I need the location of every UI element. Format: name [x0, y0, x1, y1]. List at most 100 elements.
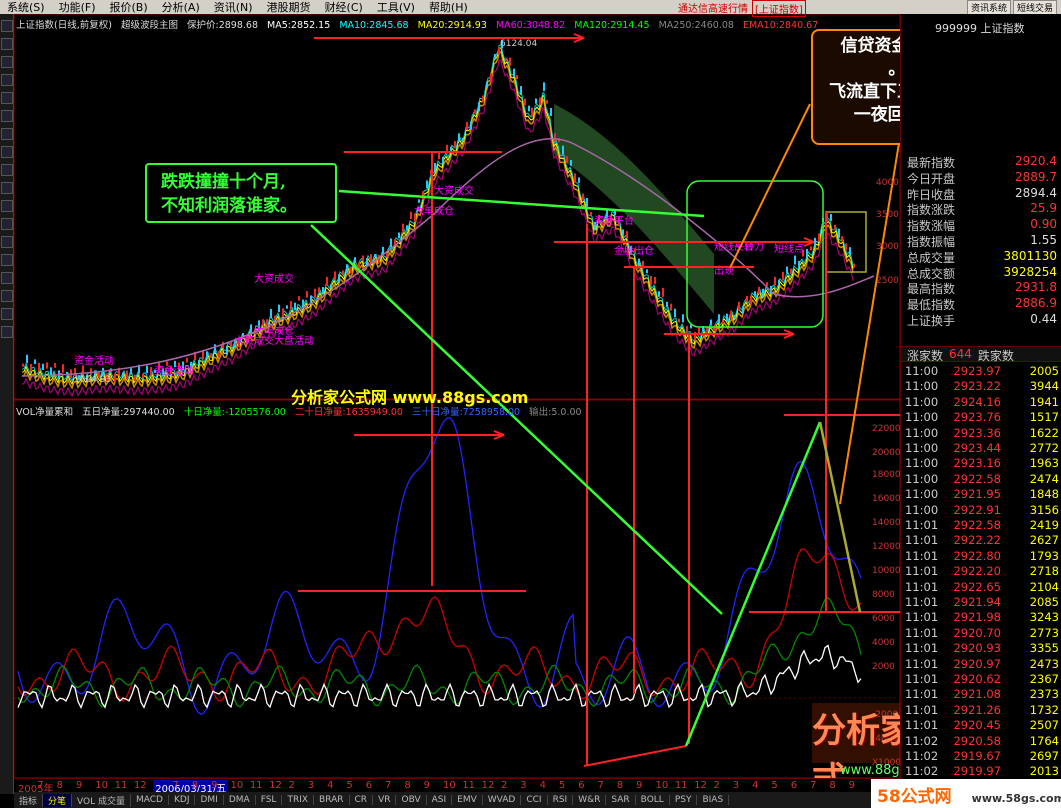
- tick-row[interactable]: 11:02 2919.97 2013: [901, 764, 1061, 779]
- ma5-value: MA5:2852.15: [267, 20, 331, 31]
- tick-row[interactable]: 11:02 2919.67 2697: [901, 749, 1061, 764]
- list-icon[interactable]: [1, 200, 13, 212]
- right-arrow-icon[interactable]: [1, 290, 13, 302]
- indicator-tab[interactable]: DMI: [195, 795, 224, 805]
- indicator-tab[interactable]: PSY: [670, 795, 698, 805]
- up-arrow-icon[interactable]: [1, 236, 13, 248]
- menu-finance[interactable]: 财经(C): [318, 0, 370, 15]
- down-green-icon[interactable]: [1, 326, 13, 338]
- candle: [494, 54, 496, 60]
- info-icon[interactable]: [1, 146, 13, 158]
- indicator-tab[interactable]: BRAR: [314, 795, 350, 805]
- tick-volume: 3156: [1029, 502, 1059, 517]
- zoom-out-icon[interactable]: [1, 74, 13, 86]
- indicator-tab[interactable]: DMA: [224, 795, 256, 805]
- chart-label: 金股出仓: [614, 244, 654, 257]
- tick-row[interactable]: 11:02 2920.58 1764: [901, 734, 1061, 749]
- menu-quote[interactable]: 报价(B): [103, 0, 155, 15]
- indicator-tab[interactable]: BOLL: [636, 795, 670, 805]
- indicator-tab[interactable]: 分笔: [43, 793, 73, 807]
- news-system-button[interactable]: 资讯系统: [966, 0, 1011, 15]
- indicator-tab[interactable]: W&R: [573, 795, 607, 805]
- tick-row[interactable]: 11:01 2920.45 2507: [901, 718, 1061, 733]
- draw-icon[interactable]: [1, 128, 13, 140]
- vol-scale-label: 8000: [872, 590, 895, 600]
- system-buttons: 资讯系统 短线交易: [966, 0, 1057, 15]
- tick-row[interactable]: 11:00 2922.91 3156: [901, 503, 1061, 518]
- menu-help[interactable]: 帮助(H): [422, 0, 475, 15]
- tick-row[interactable]: 11:01 2921.94 2085: [901, 595, 1061, 610]
- short-trade-button[interactable]: 短线交易: [1012, 0, 1057, 15]
- rise-label: 涨家数: [907, 349, 944, 363]
- menu-tools[interactable]: 工具(V): [370, 0, 422, 15]
- indicator-tab[interactable]: ASI: [427, 795, 453, 805]
- tick-row[interactable]: 11:00 2923.76 1517: [901, 410, 1061, 425]
- tick-row[interactable]: 11:01 2920.93 3355: [901, 641, 1061, 656]
- tick-row[interactable]: 11:01 2921.08 2373: [901, 687, 1061, 702]
- indicator-tab[interactable]: BIAS: [697, 795, 730, 805]
- candle: [442, 156, 444, 163]
- date-tick: 11: [462, 780, 476, 791]
- tick-row[interactable]: 11:01 2920.62 2367: [901, 672, 1061, 687]
- tick-row[interactable]: 11:00 2923.97 2005: [901, 364, 1061, 379]
- indicator-tab[interactable]: FSL: [256, 795, 283, 805]
- tick-price: 2923.22: [953, 379, 1001, 394]
- candle: [574, 173, 576, 183]
- indicator-tab[interactable]: KDJ: [169, 795, 196, 805]
- tick-row[interactable]: 11:01 2920.97 2473: [901, 657, 1061, 672]
- menu-news[interactable]: 资讯(N): [207, 0, 260, 15]
- left-arrow-icon[interactable]: [1, 272, 13, 284]
- candle: [686, 325, 688, 335]
- down-arrow-icon[interactable]: [1, 254, 13, 266]
- indicator-tab[interactable]: TRIX: [282, 795, 315, 805]
- indicator-icon[interactable]: [1, 110, 13, 122]
- menu-function[interactable]: 功能(F): [52, 0, 103, 15]
- menu-system[interactable]: 系统(S): [0, 0, 52, 15]
- indicator-tab[interactable]: WVAD: [483, 795, 522, 805]
- tick-row[interactable]: 11:00 2923.44 2772: [901, 441, 1061, 456]
- vol-indicator-name[interactable]: VOL净量累和: [16, 407, 73, 418]
- stock-code: 999999: [935, 22, 977, 35]
- chart-title: 上证指数(日线,前复权): [16, 20, 112, 31]
- tick-row[interactable]: 11:01 2922.22 2627: [901, 533, 1061, 548]
- tick-price: 2919.97: [953, 764, 1001, 779]
- line-tool-icon[interactable]: [1, 38, 13, 50]
- tick-row[interactable]: 11:01 2920.70 2773: [901, 626, 1061, 641]
- indicator-name[interactable]: 超级波段主图: [121, 20, 178, 31]
- tick-row[interactable]: 11:00 2924.16 1941: [901, 395, 1061, 410]
- indicator-tab[interactable]: EMV: [452, 795, 483, 805]
- indicator-tab[interactable]: MACD: [131, 795, 169, 805]
- tick-row[interactable]: 11:00 2923.16 1963: [901, 456, 1061, 471]
- indicator-tab[interactable]: CCI: [521, 795, 548, 805]
- cursor-tool-icon[interactable]: [1, 20, 13, 32]
- tick-row[interactable]: 11:01 2921.98 3243: [901, 610, 1061, 625]
- tick-row[interactable]: 11:01 2922.80 1793: [901, 549, 1061, 564]
- chart-label: 大资成交: [434, 184, 474, 197]
- corner-logo-text: 58公式网: [877, 787, 952, 807]
- zoom-in-icon[interactable]: [1, 56, 13, 68]
- indicator-tab[interactable]: OBV: [396, 795, 427, 805]
- period-icon[interactable]: [1, 92, 13, 104]
- tick-row[interactable]: 11:01 2922.20 2718: [901, 564, 1061, 579]
- tick-row[interactable]: 11:00 2921.95 1848: [901, 487, 1061, 502]
- f10-icon[interactable]: [1, 218, 13, 230]
- indicator-tab[interactable]: RSI: [548, 795, 574, 805]
- indicator-tab[interactable]: VOL 成交量: [72, 793, 131, 807]
- tick-row[interactable]: 11:01 2922.65 2104: [901, 580, 1061, 595]
- indicator-tab[interactable]: VR: [373, 795, 397, 805]
- tick-row[interactable]: 11:00 2923.22 3944: [901, 379, 1061, 394]
- indicator-tab[interactable]: 指标: [14, 793, 44, 807]
- indicator-tab[interactable]: CR: [350, 795, 374, 805]
- tick-row[interactable]: 11:01 2921.26 1732: [901, 703, 1061, 718]
- menu-hk-futures[interactable]: 港股期货: [260, 0, 318, 15]
- menu-analysis[interactable]: 分析(A): [155, 0, 207, 15]
- tick-row[interactable]: 11:00 2923.36 1622: [901, 426, 1061, 441]
- quote-info-key: 指数涨幅: [907, 219, 956, 234]
- candle: [528, 105, 530, 112]
- window-icon[interactable]: [1, 182, 13, 194]
- indicator-tab[interactable]: SAR: [606, 795, 636, 805]
- tick-row[interactable]: 11:00 2922.58 2474: [901, 472, 1061, 487]
- tick-row[interactable]: 11:01 2922.58 2419: [901, 518, 1061, 533]
- up-green-icon[interactable]: [1, 308, 13, 320]
- calc-icon[interactable]: [1, 164, 13, 176]
